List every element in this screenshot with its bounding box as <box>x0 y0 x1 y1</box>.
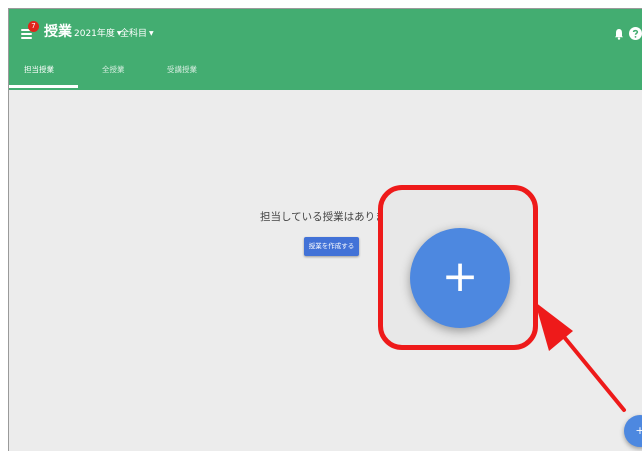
subject-select-label: 全科目 <box>120 29 148 39</box>
year-select[interactable]: 2021年度 ▼ <box>74 26 122 39</box>
chevron-down-icon: ▼ <box>149 30 154 37</box>
notification-badge: 7 <box>28 21 39 32</box>
zoom-callout: + <box>378 185 538 350</box>
subject-select[interactable]: 全科目 ▼ <box>120 26 154 39</box>
tab-enrolled[interactable]: 受講授業 <box>167 64 197 75</box>
page-title: 授業 <box>44 24 72 40</box>
year-select-label: 2021年度 <box>74 29 115 39</box>
menu-button[interactable]: 7 <box>19 21 41 43</box>
tab-all[interactable]: 全授業 <box>102 64 125 75</box>
app-bar: 7 授業 2021年度 ▼ 全科目 ▼ 担当授業 全授業 受講授業 <box>9 9 642 90</box>
create-class-button[interactable]: 授業を作成する <box>304 237 359 256</box>
add-fab[interactable]: + <box>624 415 642 447</box>
help-icon[interactable] <box>629 27 642 40</box>
active-tab-indicator <box>9 85 78 88</box>
bell-icon[interactable] <box>614 28 624 40</box>
tab-assigned[interactable]: 担当授業 <box>24 64 54 75</box>
add-fab-zoomed[interactable]: + <box>410 228 510 328</box>
app-window: 7 授業 2021年度 ▼ 全科目 ▼ 担当授業 全授業 受講授業 担当している授業… <box>8 8 642 451</box>
